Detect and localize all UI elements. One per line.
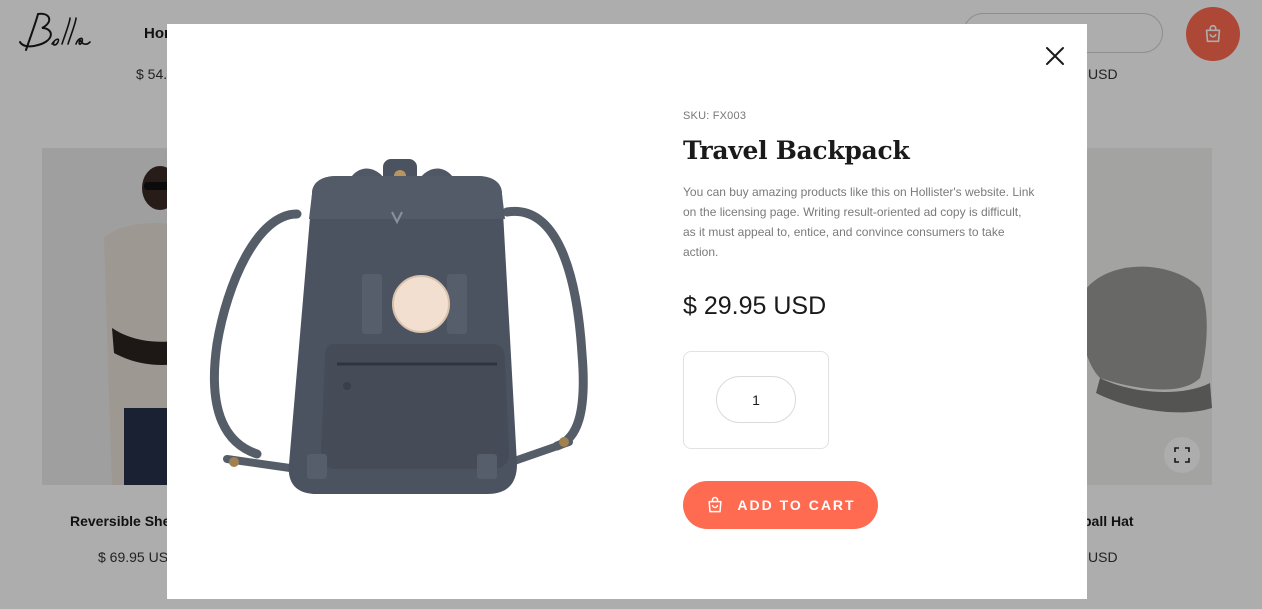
product-image (187, 124, 607, 524)
quantity-box (683, 351, 829, 449)
product-title: Travel Backpack (683, 136, 910, 165)
add-to-cart-label: ADD TO CART (737, 497, 856, 513)
shopping-bag-icon (708, 496, 722, 513)
product-info-panel: SKU: FX003 Travel Backpack You can buy a… (683, 110, 1043, 529)
add-to-cart-button[interactable]: ADD TO CART (683, 481, 878, 529)
product-price: $ 29.95 USD (683, 292, 827, 320)
quantity-input[interactable] (716, 376, 796, 423)
product-description: You can buy amazing products like this o… (683, 185, 1035, 259)
close-icon (1046, 47, 1064, 65)
backpack-photo (209, 159, 588, 494)
quick-view-modal: SKU: FX003 Travel Backpack You can buy a… (167, 24, 1087, 599)
product-sku: SKU: FX003 (683, 110, 747, 122)
close-button[interactable] (1043, 44, 1067, 68)
